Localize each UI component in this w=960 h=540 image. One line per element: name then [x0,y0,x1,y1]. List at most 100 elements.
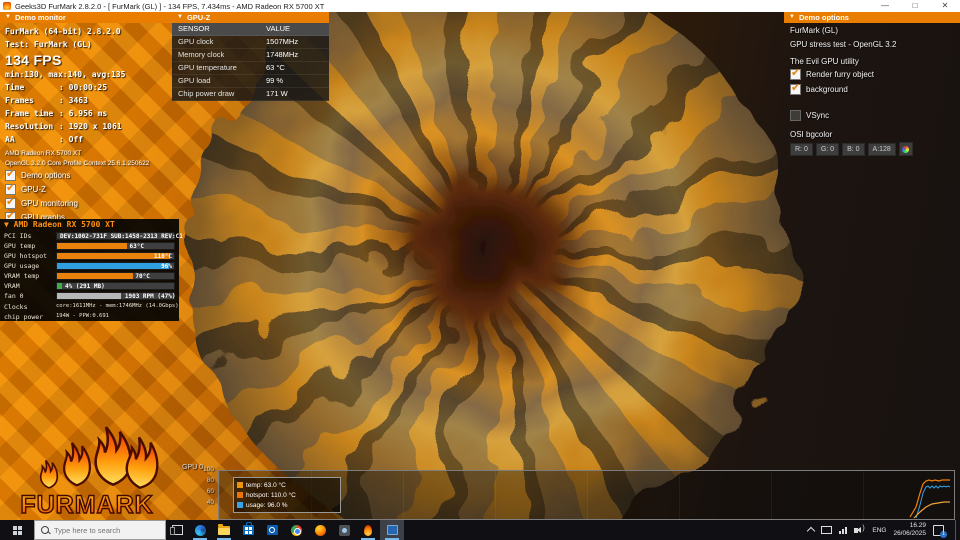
taskbar-apps [188,520,404,540]
vram-usage-row: VRAM 4% (291 MB) [0,281,179,291]
checkbox-icon[interactable]: ✔ [790,66,801,80]
gpu-graph-plot: temp: 63.0 °C hotspot: 110.0 °C usage: 9… [218,470,955,520]
checkbox-gpuz[interactable]: ✔ GPU-Z [5,181,46,195]
furmark-logo: FURMARK [20,425,162,518]
test-line: Test: FurMark (GL) [5,40,92,49]
gpuz-header[interactable]: ▼ GPU-Z [172,12,329,23]
chrome-icon [290,524,302,536]
gpu-usage-row: GPU usage 96% [0,261,179,271]
opengl-line: OpenGL 3.2.0 Core Profile Context 25.6.1… [5,160,150,167]
usage-legend-swatch [237,502,243,508]
network-icon[interactable] [839,526,848,534]
clocks-row: Clocks core:1611MHz - mem:1746MHz (14.0G… [4,303,179,311]
bgcolor-picker-icon[interactable] [898,142,913,156]
demo-monitor-panel: FurMark (64-bit) 2.8.2.0 Test: FurMark (… [5,27,150,223]
temp-legend-swatch [237,482,243,488]
frames-value: : 3463 [59,96,88,105]
table-row: GPU temperature 63 °C [172,62,329,75]
time-value: : 00:00:25 [59,83,108,92]
flame-icon [364,524,372,536]
bgcolor-b-button[interactable]: B: 0 [842,142,865,156]
outlook-icon [266,525,278,535]
search-input[interactable] [52,524,156,536]
date: 26/06/2025 [893,530,926,537]
bgcolor-r-button[interactable]: R: 0 [790,142,813,156]
checkbox-icon[interactable]: ✔ [5,167,16,181]
notification-badge: 1 [940,530,947,538]
maximize-button[interactable]: □ [900,0,930,12]
show-desktop-button[interactable] [955,520,960,540]
window-title: Geeks3D FurMark 2.8.2.0 - [ FurMark (GL)… [15,1,325,11]
taskbar-chrome[interactable] [284,520,308,540]
gpuz-table-header: SENSOR VALUE [172,23,329,36]
firefox-icon [314,524,326,536]
taskbar-file-explorer[interactable] [212,520,236,540]
gpu-monitoring-title[interactable]: ▼ AMD Radeon RX 5700 XT [4,220,115,229]
y-tick: 60 [206,488,214,495]
taskbar-search[interactable] [34,520,166,540]
furmark-window-icon [386,525,398,535]
taskbar-outlook[interactable] [260,520,284,540]
windows-logo-icon [12,525,22,535]
action-center-icon[interactable]: 1 [933,524,947,538]
time: 16.29 [909,522,926,529]
y-tick: 40 [206,499,214,506]
edge-icon [194,524,206,536]
task-view-button[interactable] [166,520,188,540]
fps-stats: min:130, max:140, avg:135 [5,70,126,79]
file-explorer-icon [218,523,230,535]
taskbar-furmark-window[interactable] [380,520,404,540]
resolution-value: : 1920 x 1061 [59,122,122,131]
clock[interactable]: 16.29 26/06/2025 [893,522,926,538]
taskbar-store[interactable] [236,520,260,540]
checkbox-icon[interactable]: ✔ [5,195,16,209]
table-row: Memory clock 1748MHz [172,49,329,62]
language-indicator[interactable]: ENG [872,527,886,534]
demo-monitor-header[interactable]: ▼ Demo monitor [0,12,172,23]
table-row: Chip power draw 171 W [172,88,329,101]
graph-legend: temp: 63.0 °C hotspot: 110.0 °C usage: 9… [233,477,341,513]
bgcolor-controls: R: 0 G: 0 B: 0 A:128 [790,142,913,156]
checkbox-icon[interactable] [790,110,801,121]
demo-options-panel: FurMark (GL) GPU stress test - OpenGL 3.… [790,24,956,164]
hotspot-legend-swatch [237,492,243,498]
demo-options-header[interactable]: ▼ Demo options [784,12,960,23]
bgcolor-g-button[interactable]: G: 0 [815,142,840,156]
frametime-value: : 6.956 ms [59,109,108,118]
table-row: GPU clock 1507MHz [172,36,329,49]
taskbar-firefox[interactable] [308,520,332,540]
bgcolor-a-button[interactable]: A:128 [867,142,896,156]
checkbox-background[interactable]: ✔ background [790,81,848,95]
taskbar-edge[interactable] [188,520,212,540]
checkbox-render-furry-object[interactable]: ✔ Render furry object [790,66,874,80]
y-tick: 80 [206,477,214,484]
start-button[interactable] [0,520,34,540]
table-row: GPU load 99 % [172,75,329,88]
taskbar-furmark[interactable] [356,520,380,540]
microsoft-store-icon [242,522,254,535]
title-bar: Geeks3D FurMark 2.8.2.0 - [ FurMark (GL)… [0,0,960,12]
furmark-app-window: Geeks3D FurMark 2.8.2.0 - [ FurMark (GL)… [0,0,960,540]
options-title: FurMark (GL) [790,26,838,35]
chip-power-row: chip power 194W - PPW:0.691 [4,313,109,321]
checkbox-demo-options[interactable]: ✔ Demo options [5,167,70,181]
close-button[interactable]: ✕ [930,0,960,12]
app-version-line: FurMark (64-bit) 2.8.2.0 [5,27,121,36]
hidden-icons-chevron-icon[interactable] [807,526,816,536]
checkbox-vsync[interactable]: VSync [790,110,829,121]
gpu-hotspot-row: GPU hotspot 110°C [0,251,179,261]
gpuz-panel: SENSOR VALUE GPU clock 1507MHz Memory cloc… [172,23,329,101]
taskbar-gpuz[interactable] [332,520,356,540]
display-icon[interactable] [821,526,833,534]
checkbox-gpu-monitoring[interactable]: ✔ GPU monitoring [5,195,78,209]
furmark-app-icon [3,2,11,10]
fan-row: fan 0 1903 RPM (47%) [4,292,176,300]
checkbox-icon[interactable]: ✔ [5,181,16,195]
checkbox-icon[interactable]: ✔ [790,81,801,95]
vram-temp-row: VRAM temp 70°C [0,271,179,281]
system-tray: ENG 16.29 26/06/2025 1 [807,520,960,540]
volume-icon[interactable] [854,525,865,533]
minimize-button[interactable]: — [870,0,900,12]
pci-ids-row: PCI IDs DEV:1002-731F SUB:1458-2313 REV:… [4,232,183,240]
windows-taskbar: ENG 16.29 26/06/2025 1 [0,520,960,540]
